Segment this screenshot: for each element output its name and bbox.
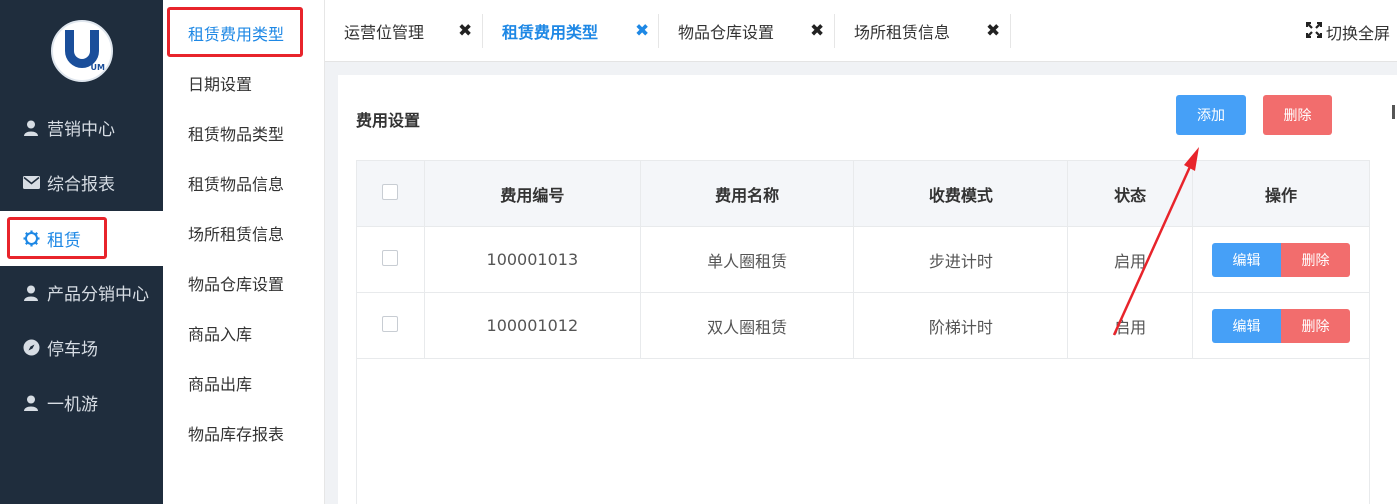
cell-mode: 阶梯计时 — [853, 292, 1069, 359]
tab-label: 场所租赁信息 — [854, 23, 951, 42]
row-checkbox[interactable] — [382, 249, 399, 266]
tab-close-button[interactable]: ✖ — [635, 12, 649, 50]
nav-item-reports[interactable]: 综合报表 — [0, 155, 163, 210]
tab-label: 物品仓库设置 — [678, 23, 775, 42]
user-icon — [22, 119, 40, 137]
cell-mode: 步进计时 — [853, 226, 1069, 293]
nav-item-label: 一机游 — [47, 395, 98, 415]
row-select-cell — [356, 226, 425, 293]
tab-close-button[interactable]: ✖ — [986, 12, 1000, 50]
logo-text: UM — [90, 63, 105, 72]
nav-item-rental[interactable]: 租赁 — [0, 211, 163, 266]
panel-title: 费用设置 — [356, 111, 421, 130]
compass-icon — [22, 339, 40, 357]
table-header-row: 费用编号 费用名称 收费模式 状态 操作 — [356, 160, 1370, 227]
submenu-item-fee-type[interactable]: 租赁费用类型 — [188, 21, 284, 45]
nav-item-label: 产品分销中心 — [47, 285, 149, 305]
cell-name: 单人圈租赁 — [639, 226, 855, 293]
close-icon: ✖ — [635, 21, 650, 41]
panel-edge-mark — [1392, 105, 1395, 119]
tab-divider — [658, 14, 659, 48]
close-icon: ✖ — [458, 21, 473, 41]
row-delete-button[interactable]: 删除 — [1281, 308, 1351, 343]
tab-label: 运营位管理 — [344, 23, 425, 42]
tab-fee-type[interactable]: 租赁费用类型 — [502, 12, 598, 50]
submenu-item-rental-item-info[interactable]: 租赁物品信息 — [188, 171, 284, 195]
logo: UM — [51, 20, 113, 82]
delete-button[interactable]: 删除 — [1263, 95, 1332, 135]
empty-cell — [356, 358, 1370, 504]
row-select-cell — [356, 292, 425, 359]
header-mode: 收费模式 — [853, 160, 1069, 227]
cell-status: 启用 — [1067, 226, 1194, 293]
nav-item-distribution[interactable]: 产品分销中心 — [0, 265, 163, 320]
edit-button[interactable]: 编辑 — [1212, 242, 1282, 277]
header-actions: 操作 — [1192, 160, 1370, 227]
cell-name: 双人圈租赁 — [639, 292, 855, 359]
nav-item-label: 租赁 — [47, 231, 81, 251]
table-empty-area — [356, 358, 1370, 504]
tab-divider — [1010, 14, 1011, 48]
cell-code: 100001012 — [423, 292, 641, 359]
user-icon — [22, 394, 40, 412]
main-sidebar: UM 营销中心 综合报表 租赁 产品分销中心 停车场 一机游 — [0, 0, 163, 504]
tab-operation-position[interactable]: 运营位管理 — [344, 12, 424, 50]
fee-table: 费用编号 费用名称 收费模式 状态 操作 100001013 单人圈租赁 步进计… — [356, 160, 1370, 504]
fullscreen-button[interactable]: 切换全屏 — [1305, 20, 1390, 44]
tab-close-button[interactable]: ✖ — [458, 12, 472, 50]
expand-icon — [1305, 21, 1323, 42]
row-delete-button[interactable]: 删除 — [1281, 242, 1351, 277]
tab-bar: 运营位管理 ✖ 租赁费用类型 ✖ 物品仓库设置 ✖ 场所租赁信息 ✖ 切换全屏 — [325, 0, 1397, 62]
header-name: 费用名称 — [639, 160, 855, 227]
select-all-checkbox[interactable] — [382, 183, 399, 200]
nav-item-label: 营销中心 — [47, 120, 115, 140]
edit-button[interactable]: 编辑 — [1212, 308, 1282, 343]
submenu-item-date-settings[interactable]: 日期设置 — [188, 71, 252, 95]
submenu-item-warehouse[interactable]: 物品仓库设置 — [188, 271, 284, 295]
page: UM 营销中心 综合报表 租赁 产品分销中心 停车场 一机游 租赁费用类型 日期… — [0, 0, 1397, 504]
submenu-item-rental-item-type[interactable]: 租赁物品类型 — [188, 121, 284, 145]
nav-item-label: 停车场 — [47, 340, 98, 360]
add-button[interactable]: 添加 — [1176, 95, 1246, 135]
nav-item-label: 综合报表 — [47, 175, 115, 195]
cell-code: 100001013 — [423, 226, 641, 293]
tab-close-button[interactable]: ✖ — [810, 12, 824, 50]
tab-divider — [482, 14, 483, 48]
table-row: 100001013 单人圈租赁 步进计时 启用 编辑 删除 — [356, 226, 1370, 293]
fullscreen-label: 切换全屏 — [1325, 24, 1390, 43]
header-code: 费用编号 — [423, 160, 641, 227]
header-status: 状态 — [1067, 160, 1194, 227]
tab-label: 租赁费用类型 — [502, 23, 599, 42]
submenu-item-venue-rental[interactable]: 场所租赁信息 — [188, 221, 284, 245]
envelope-icon — [22, 174, 40, 192]
nav-item-marketing[interactable]: 营销中心 — [0, 100, 163, 155]
content-panel: 费用设置 添加 删除 费用编号 费用名称 收费模式 状态 操作 10000101… — [338, 75, 1397, 504]
submenu-item-inventory-report[interactable]: 物品库存报表 — [188, 421, 284, 445]
cell-actions: 编辑 删除 — [1192, 226, 1370, 293]
table-row: 100001012 双人圈租赁 阶梯计时 启用 编辑 删除 — [356, 292, 1370, 359]
tab-warehouse[interactable]: 物品仓库设置 — [678, 12, 774, 50]
tab-venue-rental[interactable]: 场所租赁信息 — [854, 12, 950, 50]
close-icon: ✖ — [810, 21, 825, 41]
submenu: 租赁费用类型 日期设置 租赁物品类型 租赁物品信息 场所租赁信息 物品仓库设置 … — [163, 0, 325, 504]
gear-icon — [22, 230, 40, 248]
nav-item-parking[interactable]: 停车场 — [0, 320, 163, 375]
user-icon — [22, 284, 40, 302]
select-all-cell — [356, 160, 425, 227]
nav-item-onetour[interactable]: 一机游 — [0, 375, 163, 430]
tab-divider — [834, 14, 835, 48]
cell-actions: 编辑 删除 — [1192, 292, 1370, 359]
row-checkbox[interactable] — [382, 315, 399, 332]
cell-status: 启用 — [1067, 292, 1194, 359]
close-icon: ✖ — [986, 21, 1001, 41]
submenu-item-stock-out[interactable]: 商品出库 — [188, 371, 252, 395]
submenu-item-stock-in[interactable]: 商品入库 — [188, 321, 252, 345]
